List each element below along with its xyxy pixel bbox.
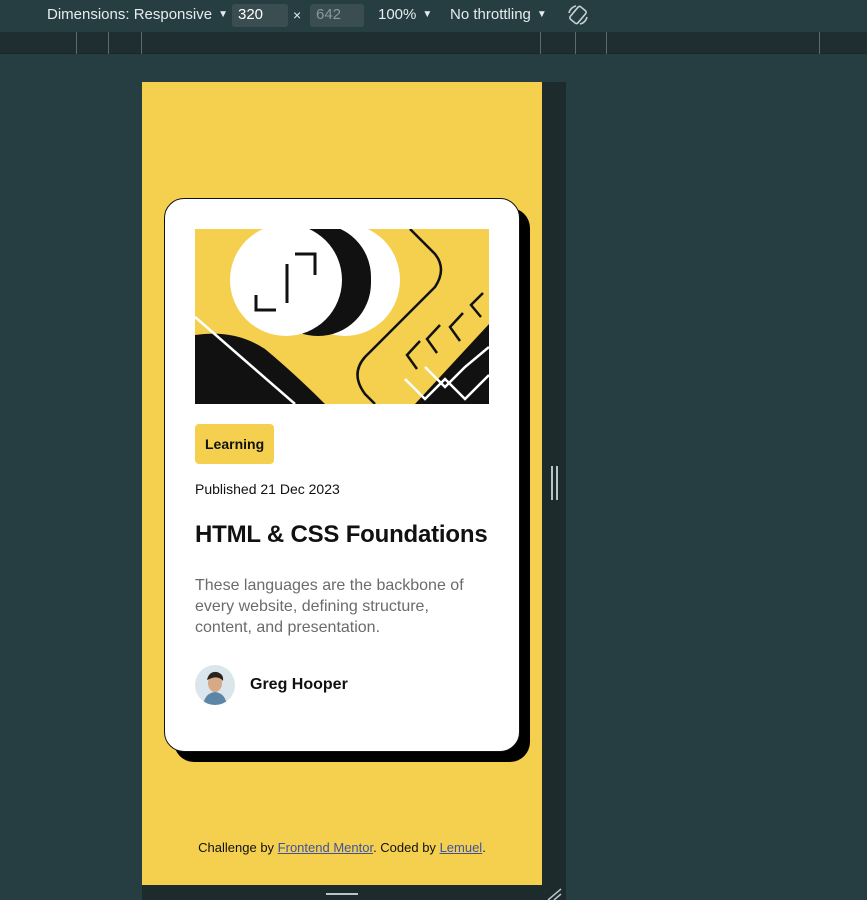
attribution-suffix: . xyxy=(482,840,486,855)
chevron-down-icon: ▼ xyxy=(422,9,433,20)
chevron-down-icon: ▼ xyxy=(536,9,547,20)
dimensions-label: Dimensions: Responsive xyxy=(47,6,213,23)
rotate-icon[interactable] xyxy=(566,3,590,27)
author-block: Greg Hooper xyxy=(195,665,489,705)
resize-handle-right[interactable] xyxy=(551,466,558,500)
frontend-mentor-link[interactable]: Frontend Mentor xyxy=(278,840,373,855)
media-query-ruler xyxy=(0,32,867,54)
card-title[interactable]: HTML & CSS Foundations xyxy=(195,521,489,549)
ruler-tick xyxy=(108,32,109,54)
author-name: Greg Hooper xyxy=(250,676,348,693)
device-viewport: Learning Published 21 Dec 2023 HTML & CS… xyxy=(142,82,542,885)
ruler-tick xyxy=(540,32,541,54)
throttling-dropdown[interactable]: No throttling ▼ xyxy=(450,6,547,23)
illustration-image xyxy=(195,229,489,404)
ruler-tick xyxy=(141,32,142,54)
attribution-prefix: Challenge by xyxy=(198,840,278,855)
category-tag: Learning xyxy=(195,424,275,464)
height-input[interactable]: 642 xyxy=(310,4,364,27)
width-input[interactable]: 320 xyxy=(232,4,288,27)
attribution: Challenge by Frontend Mentor. Coded by L… xyxy=(142,840,542,855)
throttling-label: No throttling xyxy=(450,6,531,23)
ruler-tick xyxy=(76,32,77,54)
ruler-tick xyxy=(606,32,607,54)
resize-handle-corner[interactable] xyxy=(546,887,562,900)
attribution-middle: . Coded by xyxy=(373,840,440,855)
zoom-dropdown[interactable]: 100% ▼ xyxy=(378,6,432,23)
devtools-toolbar: Dimensions: Responsive ▼ 320 × 642 100% … xyxy=(0,0,867,32)
ruler-tick xyxy=(575,32,576,54)
times-icon: × xyxy=(293,7,302,23)
avatar xyxy=(195,665,235,705)
dimensions-dropdown[interactable]: Dimensions: Responsive ▼ xyxy=(47,6,228,23)
chevron-down-icon: ▼ xyxy=(218,9,228,20)
card-description: These languages are the backbone of ever… xyxy=(195,577,464,636)
blog-preview-card: Learning Published 21 Dec 2023 HTML & CS… xyxy=(164,198,520,752)
zoom-label: 100% xyxy=(378,6,417,23)
ruler-tick xyxy=(819,32,820,54)
published-date: Published 21 Dec 2023 xyxy=(195,481,340,497)
author-link[interactable]: Lemuel xyxy=(440,840,483,855)
resize-handle-bottom[interactable] xyxy=(326,893,358,898)
